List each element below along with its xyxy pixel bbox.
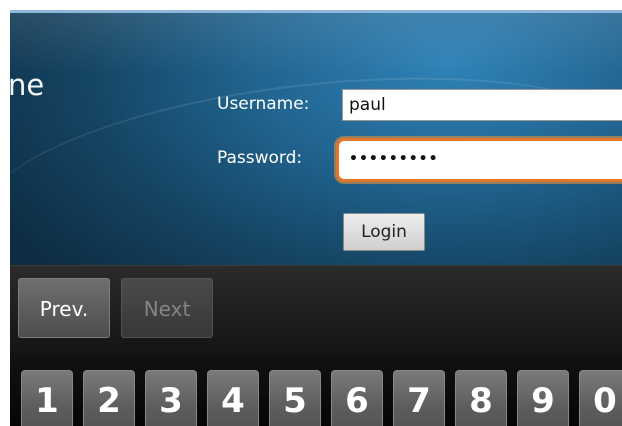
key-7[interactable]: 7 xyxy=(393,370,445,426)
app-title: ne xyxy=(10,68,45,102)
password-label: Password: xyxy=(217,148,303,168)
key-3[interactable]: 3 xyxy=(145,370,197,426)
login-screen: ne Username: paul Password: ••••••••• Lo… xyxy=(10,13,622,265)
username-label: Username: xyxy=(217,94,310,114)
key-4[interactable]: 4 xyxy=(207,370,259,426)
device-screen: ne Username: paul Password: ••••••••• Lo… xyxy=(10,10,622,426)
prev-button[interactable]: Prev. xyxy=(18,278,110,338)
username-field[interactable]: paul xyxy=(342,89,622,121)
key-1[interactable]: 1 xyxy=(21,370,73,426)
keyboard-navigation-bar: Prev. Next xyxy=(10,265,622,354)
key-2[interactable]: 2 xyxy=(83,370,135,426)
login-button[interactable]: Login xyxy=(343,213,425,251)
key-6[interactable]: 6 xyxy=(331,370,383,426)
on-screen-keyboard: 1 2 3 4 5 6 7 8 9 0 xyxy=(10,353,622,426)
key-9[interactable]: 9 xyxy=(517,370,569,426)
key-8[interactable]: 8 xyxy=(455,370,507,426)
password-field[interactable]: ••••••••• xyxy=(336,138,622,182)
next-button[interactable]: Next xyxy=(121,278,213,338)
key-0[interactable]: 0 xyxy=(579,370,622,426)
key-5[interactable]: 5 xyxy=(269,370,321,426)
